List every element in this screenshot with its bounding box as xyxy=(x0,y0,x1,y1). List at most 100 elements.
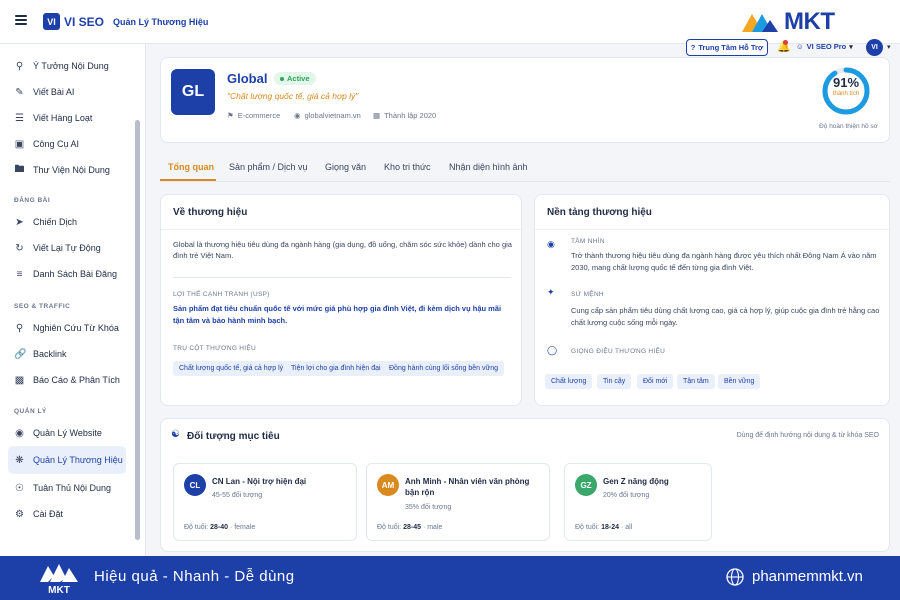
target-audience-card: ☯ Đối tượng mục tiêu Dùng để định hướng … xyxy=(160,418,890,552)
sidebar-item-label: Backlink xyxy=(33,349,67,359)
sidebar-item-content-compliance[interactable]: ☉ Tuân Thủ Nội Dung xyxy=(8,476,126,500)
persona-age: Độ tuổi: 28-40 · female xyxy=(184,524,255,531)
age-label: Độ tuổi: xyxy=(184,524,209,531)
brand-foundation-card: Nền tảng thương hiệu ◉ TẦM NHÌN Trở thàn… xyxy=(534,194,890,406)
about-description: Global là thương hiệu tiêu dùng đa ngành… xyxy=(173,240,512,261)
tab-visual-identity[interactable]: Nhận diện hình ảnh xyxy=(449,162,528,172)
sidebar-item-content-library[interactable]: 🖿 Thư Viện Nội Dung xyxy=(8,158,126,182)
usp-text: Sản phẩm đạt tiêu chuẩn quốc tế với mức … xyxy=(173,304,502,325)
bar-chart-icon: ▩ xyxy=(14,374,25,386)
gender-value: · all xyxy=(620,524,633,531)
tone-chip: Tận tâm xyxy=(677,374,715,389)
industry-value: E-commerce xyxy=(237,111,281,120)
sidebar-item-label: Viết Hàng Loạt xyxy=(33,113,93,123)
support-center-button[interactable]: ? Trung Tâm Hỗ Trợ xyxy=(686,39,768,56)
pillar-chip: Chất lượng quốc tế, giá cả hợp lý xyxy=(173,361,290,376)
section-management: QUẢN LÝ xyxy=(14,408,47,415)
avatar[interactable]: VI xyxy=(866,39,883,56)
sidebar-item-post-list[interactable]: ≡ Danh Sách Bài Đăng xyxy=(8,262,126,286)
sidebar-item-settings[interactable]: ⚙ Cài Đặt xyxy=(8,502,126,526)
sidebar-scrollbar-thumb[interactable] xyxy=(135,120,140,540)
sidebar-item-backlink[interactable]: 🔗 Backlink xyxy=(8,342,126,366)
sidebar-item-label: Viết Lại Tự Động xyxy=(33,243,101,253)
sidebar-item-ai-tools[interactable]: ▣ Công Cụ AI xyxy=(8,132,126,156)
founded-value: Thành lập 2020 xyxy=(384,111,437,120)
tone-chip: Bền vững xyxy=(718,374,761,389)
refresh-icon: ↻ xyxy=(15,242,24,254)
tab-knowledge-base[interactable]: Kho tri thức xyxy=(384,162,431,172)
tone-chip: Đổi mới xyxy=(637,374,674,389)
website-value: globalvietnam.vn xyxy=(304,111,361,120)
plan-selector[interactable]: ☺ VI SEO Pro ▾ xyxy=(796,42,853,51)
chevron-down-icon[interactable]: ▾ xyxy=(887,43,891,51)
sidebar-item-label: Ý Tưởng Nội Dung xyxy=(33,61,109,71)
pen-icon: ✎ xyxy=(15,86,24,98)
sidebar-item-label: Công Cụ AI xyxy=(33,139,80,149)
completion-label: Độ hoàn thiện hồ sơ xyxy=(819,123,878,130)
persona-avatar: CL xyxy=(184,474,206,496)
sidebar-item-keyword-research[interactable]: ⚲ Nghiên Cứu Từ Khóa xyxy=(8,316,126,340)
sidebar-item-campaigns[interactable]: ➤ Chiến Dịch xyxy=(8,210,126,234)
sidebar-item-ai-writer[interactable]: ✎ Viết Bài AI xyxy=(8,80,126,104)
menu-icon[interactable] xyxy=(15,15,27,25)
sidebar-item-label: Nghiên Cứu Từ Khóa xyxy=(33,323,119,333)
chip-icon: ▣ xyxy=(14,138,25,150)
persona-name: Anh Minh - Nhân viên văn phòng bận rộn xyxy=(405,477,530,498)
audience-title: Đối tượng mục tiêu xyxy=(187,431,280,442)
website-meta[interactable]: ◉ globalvietnam.vn xyxy=(294,111,361,120)
gear-icon: ⚙ xyxy=(15,508,24,520)
sidebar-item-label: Quản Lý Website xyxy=(33,428,102,438)
sidebar-item-bulk-writer[interactable]: ☰ Viết Hàng Loạt xyxy=(8,106,126,130)
persona-card[interactable]: GZ Gen Z năng động 20% đối tượng Độ tuổi… xyxy=(564,463,712,541)
search-icon: ⚲ xyxy=(15,322,24,334)
sidebar: ⚲ Ý Tưởng Nội Dung ✎ Viết Bài AI ☰ Viết … xyxy=(0,44,146,556)
persona-age: Độ tuổi: 18-24 · all xyxy=(575,524,632,531)
layers-icon: ☰ xyxy=(15,112,24,124)
vision-heading: TẦM NHÌN xyxy=(571,238,605,245)
sidebar-item-brand-management[interactable]: ❋ Quản Lý Thương Hiệu xyxy=(8,446,126,474)
top-bar: VI VI SEO Quản Lý Thương Hiệu MKT xyxy=(0,0,900,44)
completion-percent: 91% xyxy=(832,75,860,90)
persona-share: 35% đối tượng xyxy=(405,504,452,511)
sidebar-item-reports[interactable]: ▩ Báo Cáo & Phân Tích xyxy=(8,368,126,392)
brand-slogan: "Chất lượng quốc tế, giá cả hợp lý" xyxy=(227,91,359,101)
sidebar-item-content-ideas[interactable]: ⚲ Ý Tưởng Nội Dung xyxy=(8,54,126,78)
persona-card[interactable]: AM Anh Minh - Nhân viên văn phòng bận rộ… xyxy=(366,463,550,541)
section-seo-traffic: SEO & TRAFFIC xyxy=(14,303,71,310)
audience-hint: Dùng để định hướng nội dung & từ khóa SE… xyxy=(736,432,879,439)
tab-tone-of-voice[interactable]: Giọng văn xyxy=(325,162,366,172)
sidebar-item-label: Thư Viện Nội Dung xyxy=(33,165,110,175)
completion-sub: thành tích xyxy=(832,91,860,97)
status-dot xyxy=(280,76,284,81)
tab-bar: Tổng quan Sản phẩm / Dịch vụ Giọng văn K… xyxy=(160,152,890,182)
mkt-mark-icon xyxy=(742,14,778,32)
about-title: Về thương hiệu xyxy=(173,207,248,218)
calendar-icon: ▦ xyxy=(373,111,381,120)
industry-meta: ⚑ E-commerce xyxy=(227,111,280,120)
pillar-chip: Đồng hành cùng lối sống bền vững xyxy=(383,361,504,376)
age-value: 18-24 xyxy=(601,524,619,531)
user-icon: ☺ xyxy=(796,42,804,51)
footer-slogan: Hiệu quả - Nhanh - Dễ dùng xyxy=(94,568,295,585)
active-tab-indicator xyxy=(160,179,216,181)
globe-icon: ◉ xyxy=(15,427,24,439)
support-label: Trung Tâm Hỗ Trợ xyxy=(698,43,764,52)
age-value: 28-40 xyxy=(210,524,228,531)
sidebar-item-label: Danh Sách Bài Đăng xyxy=(33,269,118,279)
sidebar-item-website-management[interactable]: ◉ Quản Lý Website xyxy=(8,421,126,445)
founded-meta: ▦ Thành lập 2020 xyxy=(373,111,436,120)
tab-products-services[interactable]: Sản phẩm / Dịch vụ xyxy=(229,162,308,172)
sidebar-item-label: Tuân Thủ Nội Dung xyxy=(33,483,112,493)
tab-overview[interactable]: Tổng quan xyxy=(168,162,214,172)
sidebar-item-auto-rewrite[interactable]: ↻ Viết Lại Tự Động xyxy=(8,236,126,260)
gender-value: · male xyxy=(422,524,443,531)
app-logo-mark: VI xyxy=(43,13,60,30)
persona-card[interactable]: CL CN Lan - Nội trợ hiện đại 45-55 đối t… xyxy=(173,463,357,541)
divider xyxy=(173,277,511,278)
persona-age: Độ tuổi: 28-45 · male xyxy=(377,524,442,531)
mission-heading: SỨ MỆNH xyxy=(571,291,604,298)
section-posting: ĐĂNG BÀI xyxy=(14,197,51,204)
footer-url[interactable]: phanmemmkt.vn xyxy=(752,568,863,585)
age-label: Độ tuổi: xyxy=(575,524,600,531)
card-divider xyxy=(161,229,521,230)
